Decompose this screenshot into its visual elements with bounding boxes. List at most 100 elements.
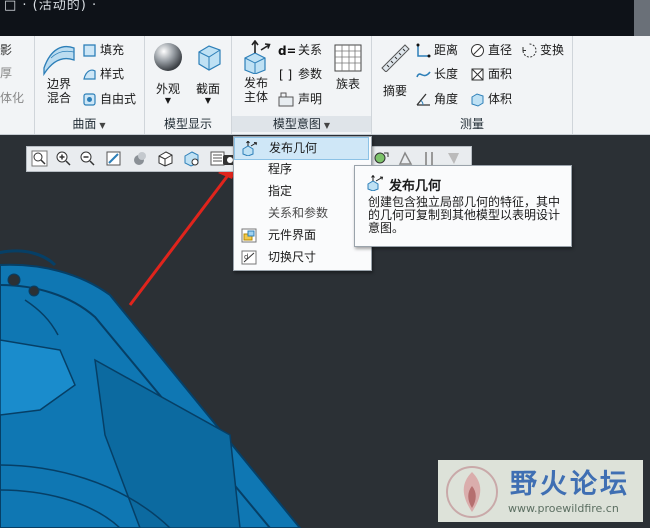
- boundary-blend-icon: [41, 40, 77, 76]
- diameter-button[interactable]: 直径: [470, 40, 512, 60]
- ribbon-cut-label: 影: [0, 43, 13, 57]
- sphere-icon: [153, 42, 183, 72]
- menu-item-label: 指定: [268, 184, 293, 198]
- chevron-down-icon: ▼: [164, 96, 172, 105]
- model-intent-dropdown-menu: 发布几何 程序 指定 关系和参数 元件界面 d 切换尺寸: [233, 136, 372, 271]
- parameters-icon: [ ]: [278, 67, 295, 82]
- publish-geometry-icon: [367, 174, 384, 192]
- style-icon: [82, 67, 97, 82]
- group-label-text: 测量: [459, 117, 484, 131]
- area-icon: [470, 67, 485, 82]
- menu-item-label: 元件界面: [268, 228, 317, 242]
- section-button[interactable]: 截面 ▼: [191, 42, 225, 106]
- volume-button[interactable]: 体积: [470, 89, 512, 109]
- ribbon-cut-label: 厚: [0, 66, 13, 80]
- ribbon: 影 厚 实体化 边界 混合 填充 样式 自由式 曲面▼ 外观 ▼: [0, 36, 650, 135]
- chevron-down-icon: ▼: [204, 96, 212, 105]
- ribbon-empty-area: [573, 36, 650, 134]
- refit-icon[interactable]: [31, 150, 48, 167]
- family-table-label: 族表: [335, 77, 360, 91]
- svg-text:d: d: [244, 253, 248, 261]
- length-icon: [416, 67, 431, 82]
- svg-text:[ ]: [ ]: [279, 68, 292, 82]
- summary-button[interactable]: 摘要: [376, 42, 414, 98]
- distance-icon: [416, 43, 431, 58]
- menu-item-label: 发布几何: [269, 141, 318, 155]
- menu-item-publish-geometry[interactable]: 发布几何: [234, 137, 369, 160]
- area-button[interactable]: 面积: [470, 64, 512, 84]
- repaint-icon[interactable]: [105, 150, 122, 167]
- display-style-icon[interactable]: [131, 150, 148, 167]
- flame-logo-icon: [444, 464, 500, 520]
- area-label: 面积: [488, 67, 513, 81]
- diameter-label: 直径: [488, 43, 513, 57]
- ribbon-cut-item-thicken[interactable]: 厚: [0, 63, 12, 83]
- diameter-icon: [470, 43, 485, 58]
- distance-label: 距离: [434, 43, 459, 57]
- section-cube-icon: [193, 42, 223, 72]
- freeform-icon: [82, 92, 97, 107]
- freeform-label: 自由式: [100, 92, 137, 106]
- parameters-button[interactable]: [ ] 参数: [278, 64, 322, 84]
- tooltip-title: 发布几何: [389, 179, 442, 194]
- switch-dimension-icon: d: [241, 250, 257, 265]
- chevron-down-icon: ▼: [323, 121, 331, 130]
- zoom-out-icon[interactable]: [79, 150, 96, 167]
- tooltip-description: 创建包含独立局部几何的特征，其中的几何可复制到其他模型以表明设计意图。: [368, 195, 561, 235]
- ruler-icon: [379, 42, 411, 72]
- menu-item-label: 程序: [268, 162, 293, 176]
- ribbon-cut-item-solidify[interactable]: 实体化: [0, 88, 24, 108]
- appearance-label: 外观: [155, 82, 180, 96]
- forum-watermark: 野火论坛 www.proewildfire.cn: [438, 460, 643, 522]
- parameters-label: 参数: [298, 67, 323, 81]
- window-title: □ · (活动的) ·: [4, 0, 98, 13]
- fill-label: 填充: [100, 43, 125, 57]
- ribbon-group-label-surface[interactable]: 曲面 ▼: [34, 116, 144, 132]
- fill-button[interactable]: 填充: [82, 40, 124, 60]
- watermark-title: 野火论坛: [510, 469, 630, 500]
- group-label-text: 模型显示: [163, 117, 212, 131]
- ribbon-group-surface: 边界 混合 填充 样式 自由式 曲面 ▼: [34, 36, 145, 134]
- ribbon-group-measure: 摘要 距离 直径 变换 长度 面积 角度 体积 测量: [372, 36, 573, 134]
- window-title-right-edge: [634, 0, 650, 36]
- svg-text:d=: d=: [278, 44, 295, 58]
- ribbon-group-model-intent: 发布 主体 d= 关系 [ ] 参数 声明 族表 模型意图 ▼: [232, 36, 372, 134]
- angle-button[interactable]: 角度: [416, 89, 458, 109]
- boundary-blend-button[interactable]: 边界 混合: [38, 40, 80, 105]
- saved-orientations-icon[interactable]: [157, 150, 174, 167]
- boundary-blend-label: 边界 混合: [46, 77, 71, 105]
- ribbon-group-cutoff: 影 厚 实体化: [0, 36, 35, 134]
- watermark-url: www.proewildfire.cn: [508, 502, 619, 515]
- declare-label: 声明: [298, 92, 323, 106]
- menu-item-program[interactable]: 程序: [234, 159, 369, 180]
- menu-item-relations-and-parameters[interactable]: 关系和参数: [234, 203, 369, 224]
- appearance-button[interactable]: 外观 ▼: [151, 42, 185, 106]
- fill-icon: [82, 43, 97, 58]
- menu-item-component-interface[interactable]: 元件界面: [234, 225, 369, 246]
- transform-icon: [522, 43, 537, 58]
- group-label-text: 模型意图: [272, 117, 321, 131]
- publish-geometry-icon: [241, 40, 271, 74]
- distance-button[interactable]: 距离: [416, 40, 458, 60]
- ribbon-group-label-model-display: 模型显示: [145, 116, 231, 132]
- menu-item-designate[interactable]: 指定: [234, 181, 369, 202]
- ribbon-group-label-model-intent[interactable]: 模型意图 ▼: [232, 116, 371, 132]
- zoom-in-icon[interactable]: [55, 150, 72, 167]
- view-manager-icon[interactable]: [183, 150, 200, 167]
- angle-label: 角度: [434, 92, 459, 106]
- section-label: 截面: [195, 82, 220, 96]
- menu-item-switch-dimensions[interactable]: d 切换尺寸: [234, 247, 369, 268]
- declare-button[interactable]: 声明: [278, 89, 322, 109]
- volume-label: 体积: [488, 92, 513, 106]
- component-interface-icon: [241, 228, 257, 243]
- family-table-button[interactable]: 族表: [330, 44, 366, 91]
- relations-button[interactable]: d= 关系: [278, 40, 322, 60]
- freeform-button[interactable]: 自由式: [82, 89, 136, 109]
- length-button[interactable]: 长度: [416, 64, 458, 84]
- style-button[interactable]: 样式: [82, 64, 124, 84]
- table-icon: [334, 44, 362, 72]
- ribbon-cut-item-shadow[interactable]: 影: [0, 40, 12, 60]
- transform-button[interactable]: 变换: [522, 40, 564, 60]
- publish-body-button[interactable]: 发布 主体: [236, 40, 276, 104]
- transform-label: 变换: [540, 43, 565, 57]
